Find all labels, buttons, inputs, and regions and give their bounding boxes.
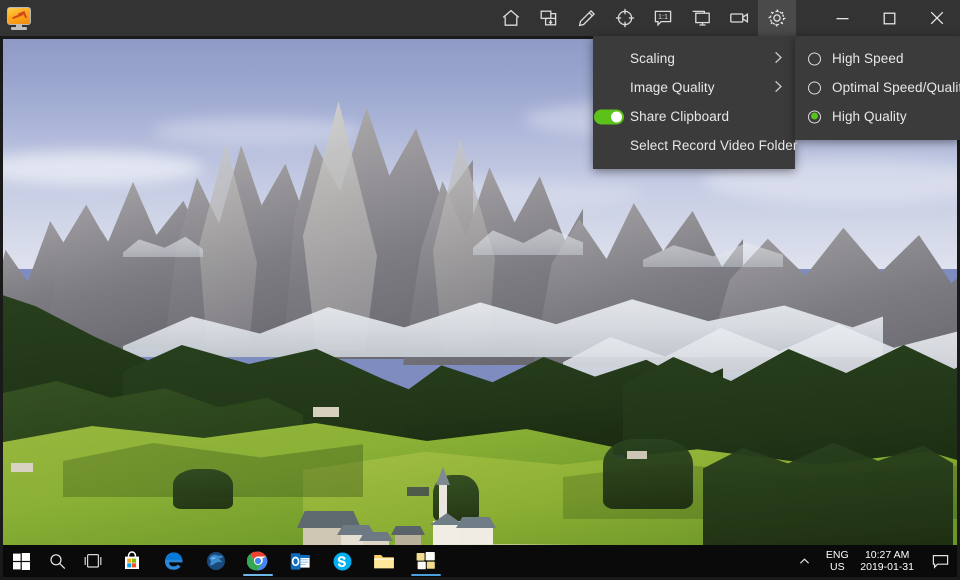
submenu-option-label: High Speed (832, 51, 904, 66)
running-indicator (243, 574, 273, 577)
chevron-right-icon (774, 51, 783, 67)
menu-item-label: Image Quality (630, 80, 715, 95)
menu-item-label: Share Clipboard (630, 109, 729, 124)
submenu-option-label: Optimal Speed/Quality (832, 80, 960, 95)
notification-icon (932, 554, 949, 569)
toolbar-button-display[interactable] (682, 0, 720, 36)
image-quality-submenu: High Speed Optimal Speed/Quality High Qu… (795, 36, 960, 140)
window-controls (819, 0, 960, 36)
settings-menu: Scaling Image Quality Share Clipboard Se (593, 36, 795, 169)
edge-icon (163, 550, 185, 572)
minimize-button[interactable] (819, 0, 866, 36)
tray-language-line1: ENG (826, 549, 849, 561)
running-indicator (411, 574, 441, 577)
tray-clock-time: 10:27 AM (865, 549, 909, 561)
chevron-right-icon (774, 80, 783, 96)
toolbar-button-home[interactable] (492, 0, 530, 36)
chevron-up-icon (799, 556, 810, 567)
taskbar-remote-client[interactable] (405, 545, 447, 577)
title-bar: 1:1 (0, 0, 960, 36)
menu-item-scaling[interactable]: Scaling (593, 44, 795, 73)
outlook-icon (290, 552, 311, 571)
menu-item-image-quality[interactable]: Image Quality (593, 73, 795, 102)
toolbar-button-annotate[interactable] (568, 0, 606, 36)
tray-language-indicator[interactable]: ENG US (816, 545, 858, 577)
taskbar-file-explorer[interactable] (363, 545, 405, 577)
store-bag-icon (122, 551, 142, 571)
thunderbird-icon (205, 550, 227, 572)
radio-icon[interactable] (808, 81, 821, 94)
system-tray: ENG US 10:27 AM 2019-01-31 (792, 545, 957, 577)
taskbar-start-button[interactable] (3, 545, 39, 577)
submenu-option-high-speed[interactable]: High Speed (795, 44, 960, 73)
submenu-option-optimal-speed-quality[interactable]: Optimal Speed/Quality (795, 73, 960, 102)
chrome-icon (247, 550, 269, 572)
tray-action-center-button[interactable] (923, 545, 957, 577)
taskbar-search-button[interactable] (39, 545, 75, 577)
tray-language-line2: US (830, 561, 845, 573)
maximize-button[interactable] (866, 0, 913, 36)
search-icon (49, 553, 66, 570)
taskbar-chrome[interactable] (237, 545, 279, 577)
app-icon (5, 4, 33, 32)
toolbar-button-record[interactable] (720, 0, 758, 36)
taskbar-skype[interactable] (321, 545, 363, 577)
close-button[interactable] (913, 0, 960, 36)
radio-icon[interactable] (808, 52, 821, 65)
toolbar-button-target[interactable] (606, 0, 644, 36)
radio-icon-selected[interactable] (808, 110, 821, 123)
taskbar-edge[interactable] (153, 545, 195, 577)
taskbar-items (3, 545, 447, 577)
svg-text:1:1: 1:1 (658, 12, 668, 21)
menu-item-share-clipboard[interactable]: Share Clipboard (593, 102, 795, 131)
tray-clock[interactable]: 10:27 AM 2019-01-31 (858, 545, 923, 577)
remote-client-icon (415, 551, 437, 571)
toolbar-button-settings[interactable] (758, 0, 796, 36)
tray-clock-date: 2019-01-31 (860, 561, 914, 573)
remote-taskbar: ENG US 10:27 AM 2019-01-31 (3, 545, 957, 577)
menu-item-select-record-video-folder[interactable]: Select Record Video Folder (593, 131, 795, 160)
windows-logo-icon (13, 553, 30, 570)
task-view-icon (83, 553, 103, 569)
toolbar-button-screenshot[interactable] (530, 0, 568, 36)
submenu-option-label: High Quality (832, 109, 907, 124)
remote-desktop-window: 1:1 (0, 0, 960, 580)
skype-icon (332, 551, 353, 572)
taskbar-task-view-button[interactable] (75, 545, 111, 577)
toolbar-button-one-to-one[interactable]: 1:1 (644, 0, 682, 36)
submenu-option-high-quality[interactable]: High Quality (795, 102, 960, 131)
menu-item-label: Select Record Video Folder (630, 138, 797, 153)
menu-item-label: Scaling (630, 51, 675, 66)
taskbar-outlook[interactable] (279, 545, 321, 577)
folder-icon (373, 552, 395, 570)
taskbar-thunderbird[interactable] (195, 545, 237, 577)
share-clipboard-toggle[interactable] (594, 109, 624, 124)
tray-overflow-button[interactable] (792, 545, 816, 577)
taskbar-microsoft-store[interactable] (111, 545, 153, 577)
toolbar: 1:1 (492, 0, 796, 36)
